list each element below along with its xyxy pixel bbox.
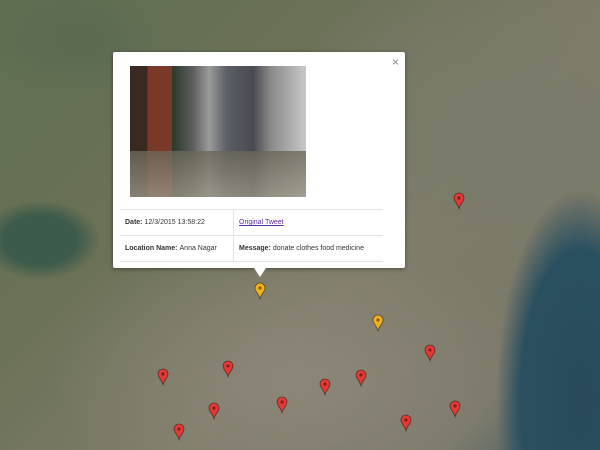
map-marker-yellow[interactable] (254, 282, 266, 300)
table-row: Location Name: Anna Nagar Message: donate … (120, 236, 383, 262)
map-marker-red[interactable] (173, 423, 185, 441)
tweet-photo (130, 66, 306, 197)
map-marker-red[interactable] (453, 192, 465, 210)
map-marker-yellow[interactable] (372, 314, 384, 332)
date-cell: Date: 12/3/2015 13:58:22 (120, 210, 234, 235)
message-value: donate clothes food medicine (272, 245, 364, 252)
map-marker-red[interactable] (222, 360, 234, 378)
location-label: Location Name: (125, 245, 178, 252)
map-marker-red[interactable] (424, 344, 436, 362)
map-marker-red[interactable] (208, 402, 220, 420)
location-cell: Location Name: Anna Nagar (120, 236, 234, 261)
tweet-cell: Original Tweet (234, 210, 383, 235)
location-value: Anna Nagar (179, 245, 217, 252)
map-marker-red[interactable] (157, 368, 169, 386)
close-icon[interactable]: × (392, 55, 399, 69)
map-marker-red[interactable] (449, 400, 461, 418)
date-label: Date: (125, 219, 143, 226)
map-marker-red[interactable] (319, 378, 331, 396)
info-window-pointer (254, 268, 266, 277)
message-label: Message: (239, 245, 271, 252)
info-table: Date: 12/3/2015 13:58:22 Original Tweet L… (120, 209, 383, 262)
map-marker-red[interactable] (276, 396, 288, 414)
date-value: 12/3/2015 13:58:22 (144, 219, 205, 226)
message-cell: Message: donate clothes food medicine (234, 236, 383, 261)
original-tweet-link[interactable]: Original Tweet (239, 219, 284, 226)
table-row: Date: 12/3/2015 13:58:22 Original Tweet (120, 210, 383, 236)
map-marker-red[interactable] (400, 414, 412, 432)
info-window: × Date: 12/3/2015 13:58:22 Original Tweet… (113, 52, 405, 277)
map-marker-red[interactable] (355, 369, 367, 387)
